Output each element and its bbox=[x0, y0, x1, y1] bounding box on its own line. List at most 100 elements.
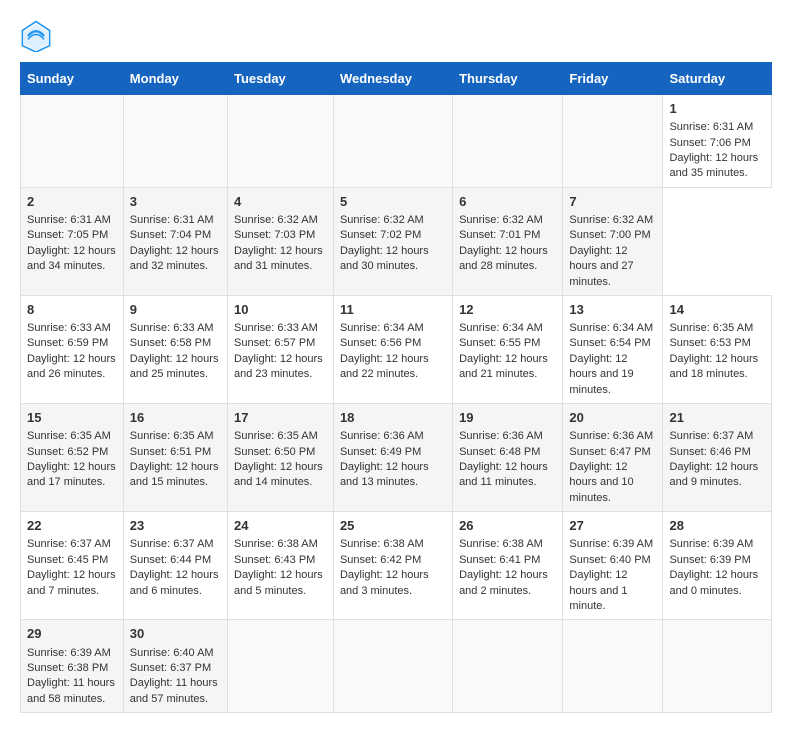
day-number: 12 bbox=[459, 301, 556, 319]
calendar-week-row: 8Sunrise: 6:33 AMSunset: 6:59 PMDaylight… bbox=[21, 295, 772, 403]
calendar-cell: 24Sunrise: 6:38 AMSunset: 6:43 PMDayligh… bbox=[228, 512, 334, 620]
calendar-cell: 6Sunrise: 6:32 AMSunset: 7:01 PMDaylight… bbox=[453, 187, 563, 295]
daylight-text: Daylight: 12 hours and 6 minutes. bbox=[130, 569, 219, 596]
calendar-table: SundayMondayTuesdayWednesdayThursdayFrid… bbox=[20, 62, 772, 713]
calendar-cell: 19 Sunrise: 6:36 AM Sunset: 6:48 PM Dayligh… bbox=[453, 404, 563, 512]
header-row: SundayMondayTuesdayWednesdayThursdayFrid… bbox=[21, 63, 772, 95]
calendar-cell: 10Sunrise: 6:33 AMSunset: 6:57 PMDayligh… bbox=[228, 295, 334, 403]
calendar-week-row: 1Sunrise: 6:31 AMSunset: 7:06 PMDaylight… bbox=[21, 95, 772, 188]
day-number: 7 bbox=[569, 193, 656, 211]
day-of-week-header: Saturday bbox=[663, 63, 772, 95]
calendar-cell: 21Sunrise: 6:37 AMSunset: 6:46 PMDayligh… bbox=[663, 404, 772, 512]
day-number: 22 bbox=[27, 517, 117, 535]
calendar-cell bbox=[333, 95, 452, 188]
sunrise-text: Sunrise: 6:31 AM bbox=[130, 214, 214, 226]
sunset-text: Sunset: 7:01 PM bbox=[459, 229, 540, 241]
calendar-cell: 12Sunrise: 6:34 AMSunset: 6:55 PMDayligh… bbox=[453, 295, 563, 403]
logo-icon bbox=[20, 20, 52, 52]
daylight-text: Daylight: 12 hours and 14 minutes. bbox=[234, 461, 323, 488]
daylight-text: Daylight: 12 hours and 32 minutes. bbox=[130, 245, 219, 272]
sunset-text: Sunset: 7:03 PM bbox=[234, 229, 315, 241]
sunset-text: Sunset: 7:05 PM bbox=[27, 229, 108, 241]
daylight-text: Daylight: 12 hours and 9 minutes. bbox=[669, 461, 758, 488]
calendar-cell: 26Sunrise: 6:38 AMSunset: 6:41 PMDayligh… bbox=[453, 512, 563, 620]
sunrise-text: Sunrise: 6:37 AM bbox=[669, 430, 753, 442]
calendar-cell: 25Sunrise: 6:38 AMSunset: 6:42 PMDayligh… bbox=[333, 512, 452, 620]
sunrise-text: Sunrise: 6:36 AM bbox=[340, 430, 424, 442]
sunset-text: Sunset: 6:53 PM bbox=[669, 337, 750, 349]
day-of-week-header: Wednesday bbox=[333, 63, 452, 95]
calendar-cell: 23 Sunrise: 6:37 AM Sunset: 6:44 PM Dayligh… bbox=[123, 512, 227, 620]
daylight-text: Daylight: 12 hours and 26 minutes. bbox=[27, 353, 116, 380]
sunrise-text: Sunrise: 6:39 AM bbox=[27, 647, 111, 659]
day-number: 23 bbox=[130, 517, 221, 535]
sunset-text: Sunset: 6:38 PM bbox=[27, 662, 108, 674]
sunrise-text: Sunrise: 6:34 AM bbox=[569, 322, 653, 334]
day-of-week-header: Thursday bbox=[453, 63, 563, 95]
calendar-cell: 4Sunrise: 6:32 AMSunset: 7:03 PMDaylight… bbox=[228, 187, 334, 295]
calendar-week-row: 15Sunrise: 6:35 AMSunset: 6:52 PMDayligh… bbox=[21, 404, 772, 512]
sunset-text: Sunset: 6:58 PM bbox=[130, 337, 211, 349]
sunset-text: Sunset: 7:04 PM bbox=[130, 229, 211, 241]
day-number: 29 bbox=[27, 625, 117, 643]
day-number: 24 bbox=[234, 517, 327, 535]
calendar-cell: 28Sunrise: 6:39 AMSunset: 6:39 PMDayligh… bbox=[663, 512, 772, 620]
day-number: 3 bbox=[130, 193, 221, 211]
page-header bbox=[20, 20, 772, 52]
day-of-week-header: Tuesday bbox=[228, 63, 334, 95]
day-number: 5 bbox=[340, 193, 446, 211]
sunrise-text: Sunrise: 6:38 AM bbox=[340, 538, 424, 550]
day-number: 2 bbox=[27, 193, 117, 211]
sunset-text: Sunset: 6:57 PM bbox=[234, 337, 315, 349]
sunset-text: Sunset: 6:43 PM bbox=[234, 554, 315, 566]
sunrise-text: Sunrise: 6:35 AM bbox=[130, 430, 214, 442]
calendar-cell: 3 Sunrise: 6:31 AM Sunset: 7:04 PM Daylight… bbox=[123, 187, 227, 295]
sunset-text: Sunset: 6:48 PM bbox=[459, 446, 540, 458]
sunrise-text: Sunrise: 6:36 AM bbox=[459, 430, 543, 442]
daylight-text: Daylight: 11 hours and 58 minutes. bbox=[27, 677, 115, 704]
sunset-text: Sunset: 7:02 PM bbox=[340, 229, 421, 241]
sunset-text: Sunset: 6:44 PM bbox=[130, 554, 211, 566]
calendar-cell: 22Sunrise: 6:37 AMSunset: 6:45 PMDayligh… bbox=[21, 512, 124, 620]
daylight-text: Daylight: 12 hours and 10 minutes. bbox=[569, 461, 633, 504]
day-number: 10 bbox=[234, 301, 327, 319]
day-number: 13 bbox=[569, 301, 656, 319]
day-number: 28 bbox=[669, 517, 765, 535]
sunrise-text: Sunrise: 6:37 AM bbox=[130, 538, 214, 550]
day-number: 25 bbox=[340, 517, 446, 535]
daylight-text: Daylight: 12 hours and 17 minutes. bbox=[27, 461, 116, 488]
sunset-text: Sunset: 6:55 PM bbox=[459, 337, 540, 349]
calendar-cell bbox=[453, 95, 563, 188]
daylight-text: Daylight: 12 hours and 28 minutes. bbox=[459, 245, 548, 272]
daylight-text: Daylight: 12 hours and 11 minutes. bbox=[459, 461, 548, 488]
daylight-text: Daylight: 12 hours and 7 minutes. bbox=[27, 569, 116, 596]
sunset-text: Sunset: 6:40 PM bbox=[569, 554, 650, 566]
calendar-cell bbox=[663, 620, 772, 713]
calendar-cell: 27Sunrise: 6:39 AMSunset: 6:40 PMDayligh… bbox=[563, 512, 663, 620]
sunrise-text: Sunrise: 6:33 AM bbox=[27, 322, 111, 334]
calendar-cell: 13Sunrise: 6:34 AMSunset: 6:54 PMDayligh… bbox=[563, 295, 663, 403]
day-number: 19 bbox=[459, 409, 556, 427]
sunrise-text: Sunrise: 6:31 AM bbox=[669, 121, 753, 133]
daylight-text: Daylight: 12 hours and 25 minutes. bbox=[130, 353, 219, 380]
sunrise-text: Sunrise: 6:35 AM bbox=[27, 430, 111, 442]
sunrise-text: Sunrise: 6:38 AM bbox=[459, 538, 543, 550]
calendar-cell: 8Sunrise: 6:33 AMSunset: 6:59 PMDaylight… bbox=[21, 295, 124, 403]
sunset-text: Sunset: 6:45 PM bbox=[27, 554, 108, 566]
calendar-cell: 2Sunrise: 6:31 AMSunset: 7:05 PMDaylight… bbox=[21, 187, 124, 295]
logo bbox=[20, 20, 56, 52]
calendar-cell bbox=[563, 620, 663, 713]
sunrise-text: Sunrise: 6:33 AM bbox=[234, 322, 318, 334]
calendar-cell bbox=[563, 95, 663, 188]
daylight-text: Daylight: 12 hours and 13 minutes. bbox=[340, 461, 429, 488]
daylight-text: Daylight: 12 hours and 18 minutes. bbox=[669, 353, 758, 380]
day-number: 4 bbox=[234, 193, 327, 211]
calendar-cell bbox=[228, 620, 334, 713]
day-number: 30 bbox=[130, 625, 221, 643]
calendar-body: 1Sunrise: 6:31 AMSunset: 7:06 PMDaylight… bbox=[21, 95, 772, 713]
calendar-cell: 5Sunrise: 6:32 AMSunset: 7:02 PMDaylight… bbox=[333, 187, 452, 295]
calendar-cell bbox=[21, 95, 124, 188]
sunset-text: Sunset: 6:54 PM bbox=[569, 337, 650, 349]
sunset-text: Sunset: 6:47 PM bbox=[569, 446, 650, 458]
calendar-cell: 7Sunrise: 6:32 AMSunset: 7:00 PMDaylight… bbox=[563, 187, 663, 295]
